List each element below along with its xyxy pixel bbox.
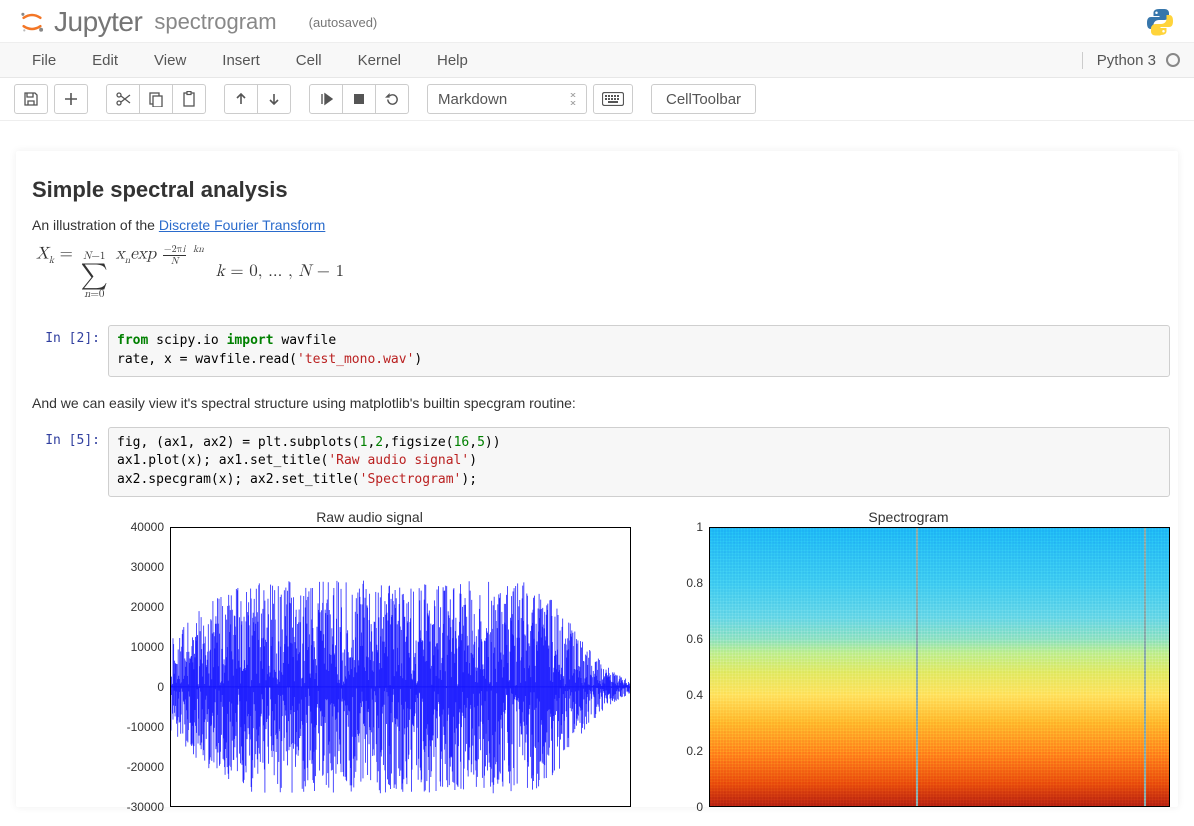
run-icon [319,92,333,106]
prompt-in-5: In [5]: [24,427,108,498]
scissors-icon [115,91,131,107]
kernel-status-idle-icon [1166,53,1180,67]
dft-formula: Xk = N−1∑n=0 xnexp −2πiN kn k = 0, … , N… [36,243,1162,301]
intro-paragraph: An illustration of the Discrete Fourier … [32,217,1162,233]
menubar: File Edit View Insert Cell Kernel Help P… [0,42,1194,78]
markdown-cell-heading[interactable]: Simple spectral analysis An illustration… [24,167,1170,323]
menu-file[interactable]: File [14,44,74,77]
save-button[interactable] [14,84,48,114]
jupyter-orbit-icon [18,8,46,36]
markdown-cell-mid[interactable]: And we can easily view it's spectral str… [24,379,1170,425]
move-down-button[interactable] [257,84,291,114]
notebook-heading: Simple spectral analysis [32,177,1162,203]
autosave-status: (autosaved) [309,15,378,30]
add-cell-button[interactable] [54,84,88,114]
app-name: Jupyter [54,6,142,38]
menu-view[interactable]: View [136,44,204,77]
plot-spectrogram: Spectrogram 10.80.60.40.20 [647,509,1170,807]
code-in-5[interactable]: fig, (ax1, ax2) = plt.subplots(1,2,figsi… [108,427,1170,498]
command-palette-button[interactable] [593,84,633,114]
copy-icon [148,91,164,107]
interrupt-button[interactable] [342,84,376,114]
mid-paragraph: And we can easily view it's spectral str… [32,395,1162,411]
code-cell-2[interactable]: In [2]: from scipy.io import wavfile rat… [24,323,1170,379]
menu-insert[interactable]: Insert [204,44,278,77]
python-logo-icon [1144,6,1176,38]
restart-kernel-button[interactable] [375,84,409,114]
output-plots: Raw audio signal 400003000020000100000-1… [24,509,1170,807]
plot-right-title: Spectrogram [647,509,1170,525]
paste-icon [181,91,197,107]
waveform-plot [171,528,630,806]
arrow-down-icon [267,92,281,106]
save-icon [23,91,39,107]
plus-icon [64,92,78,106]
jupyter-logo[interactable]: Jupyter [18,6,142,38]
menu-cell[interactable]: Cell [278,44,340,77]
kernel-name: Python 3 [1097,52,1156,69]
move-up-button[interactable] [224,84,258,114]
keyboard-icon [602,92,624,106]
menu-edit[interactable]: Edit [74,44,136,77]
menu-kernel[interactable]: Kernel [340,44,419,77]
cell-type-select[interactable]: Markdown [427,84,587,114]
notebook: Simple spectral analysis An illustration… [16,151,1178,807]
restart-icon [385,92,400,107]
code-in-2[interactable]: from scipy.io import wavfile rate, x = w… [108,325,1170,377]
toolbar: Markdown CellToolbar [0,78,1194,121]
code-cell-5[interactable]: In [5]: fig, (ax1, ax2) = plt.subplots(1… [24,425,1170,500]
menu-help[interactable]: Help [419,44,486,77]
plot-left-title: Raw audio signal [108,509,631,525]
prompt-in-2: In [2]: [24,325,108,377]
paste-button[interactable] [172,84,206,114]
run-button[interactable] [309,84,343,114]
dft-link[interactable]: Discrete Fourier Transform [159,217,325,233]
copy-button[interactable] [139,84,173,114]
notebook-name[interactable]: spectrogram [154,9,276,35]
plot-raw-audio: Raw audio signal 400003000020000100000-1… [108,509,631,807]
cut-button[interactable] [106,84,140,114]
spectrogram-heatmap [710,528,1169,806]
arrow-up-icon [234,92,248,106]
cell-toolbar-button[interactable]: CellToolbar [651,84,756,114]
stop-icon [353,93,365,105]
